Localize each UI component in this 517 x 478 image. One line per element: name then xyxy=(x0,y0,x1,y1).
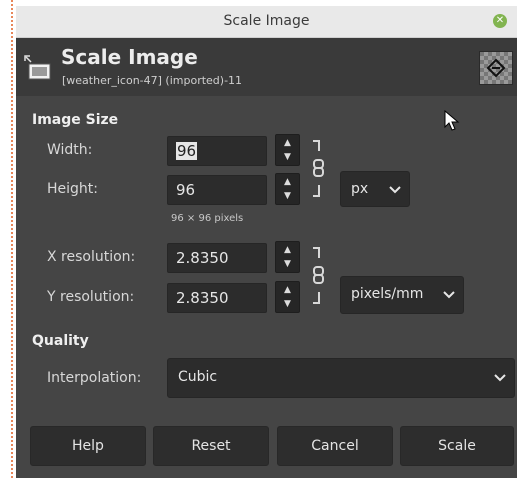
x-resolution-stepper[interactable]: ▲ ▼ xyxy=(275,241,300,273)
resolution-unit-value: pixels/mm xyxy=(351,286,424,302)
reset-button[interactable]: Reset xyxy=(153,426,269,466)
x-resolution-label: X resolution: xyxy=(47,249,136,265)
chain-link-icon[interactable] xyxy=(310,139,324,201)
help-button[interactable]: Help xyxy=(30,426,146,466)
mouse-pointer-icon xyxy=(444,110,460,131)
interpolation-dropdown[interactable]: Cubic xyxy=(167,358,515,398)
increment-icon[interactable]: ▲ xyxy=(276,285,299,295)
unit-dropdown[interactable]: px xyxy=(340,171,410,207)
decrement-icon[interactable]: ▼ xyxy=(276,191,299,201)
decrement-icon[interactable]: ▼ xyxy=(276,259,299,269)
width-input[interactable]: 96 xyxy=(167,136,267,166)
dialog-header: Scale Image [weather_icon-47] (imported)… xyxy=(16,38,517,96)
cancel-button[interactable]: Cancel xyxy=(277,426,393,466)
width-label: Width: xyxy=(47,142,93,158)
increment-icon[interactable]: ▲ xyxy=(276,138,299,148)
interpolation-value: Cubic xyxy=(178,369,218,385)
titlebar: Scale Image ✕ xyxy=(16,6,517,38)
width-value: 96 xyxy=(176,142,198,160)
weather-icon xyxy=(486,58,506,78)
height-label: Height: xyxy=(47,181,98,197)
increment-icon[interactable]: ▲ xyxy=(276,245,299,255)
quality-heading: Quality xyxy=(32,333,89,349)
resolution-unit-dropdown[interactable]: pixels/mm xyxy=(340,276,464,314)
interpolation-label: Interpolation: xyxy=(47,370,142,386)
y-resolution-input[interactable]: 2.8350 xyxy=(167,283,267,313)
decrement-icon[interactable]: ▼ xyxy=(276,299,299,309)
image-size-heading: Image Size xyxy=(32,112,119,128)
y-resolution-value: 2.8350 xyxy=(176,289,229,307)
chevron-down-icon xyxy=(389,186,401,194)
x-resolution-value: 2.8350 xyxy=(176,249,229,267)
window-title: Scale Image xyxy=(223,13,310,29)
height-value: 96 xyxy=(176,181,196,199)
unit-value: px xyxy=(351,181,369,197)
increment-icon[interactable]: ▲ xyxy=(276,177,299,187)
y-resolution-label: Y resolution: xyxy=(47,289,135,305)
scale-image-dialog: Scale Image ✕ Scale Image [weather_icon-… xyxy=(16,6,517,478)
edge-marker xyxy=(11,0,13,478)
scale-image-icon xyxy=(24,55,51,80)
pixel-size-hint: 96 × 96 pixels xyxy=(171,213,244,224)
image-preview-thumbnail xyxy=(479,51,513,85)
chain-link-icon[interactable] xyxy=(310,246,324,308)
dialog-heading: Scale Image xyxy=(61,45,198,69)
close-icon[interactable]: ✕ xyxy=(493,14,507,28)
image-name: [weather_icon-47] (imported)-11 xyxy=(62,74,243,87)
scale-button[interactable]: Scale xyxy=(400,426,514,466)
y-resolution-stepper[interactable]: ▲ ▼ xyxy=(275,281,300,313)
height-stepper[interactable]: ▲ ▼ xyxy=(275,173,300,205)
x-resolution-input[interactable]: 2.8350 xyxy=(167,243,267,273)
chevron-down-icon xyxy=(443,291,455,299)
decrement-icon[interactable]: ▼ xyxy=(276,152,299,162)
height-input[interactable]: 96 xyxy=(167,175,267,205)
width-stepper[interactable]: ▲ ▼ xyxy=(275,134,300,166)
chevron-down-icon xyxy=(494,374,506,382)
